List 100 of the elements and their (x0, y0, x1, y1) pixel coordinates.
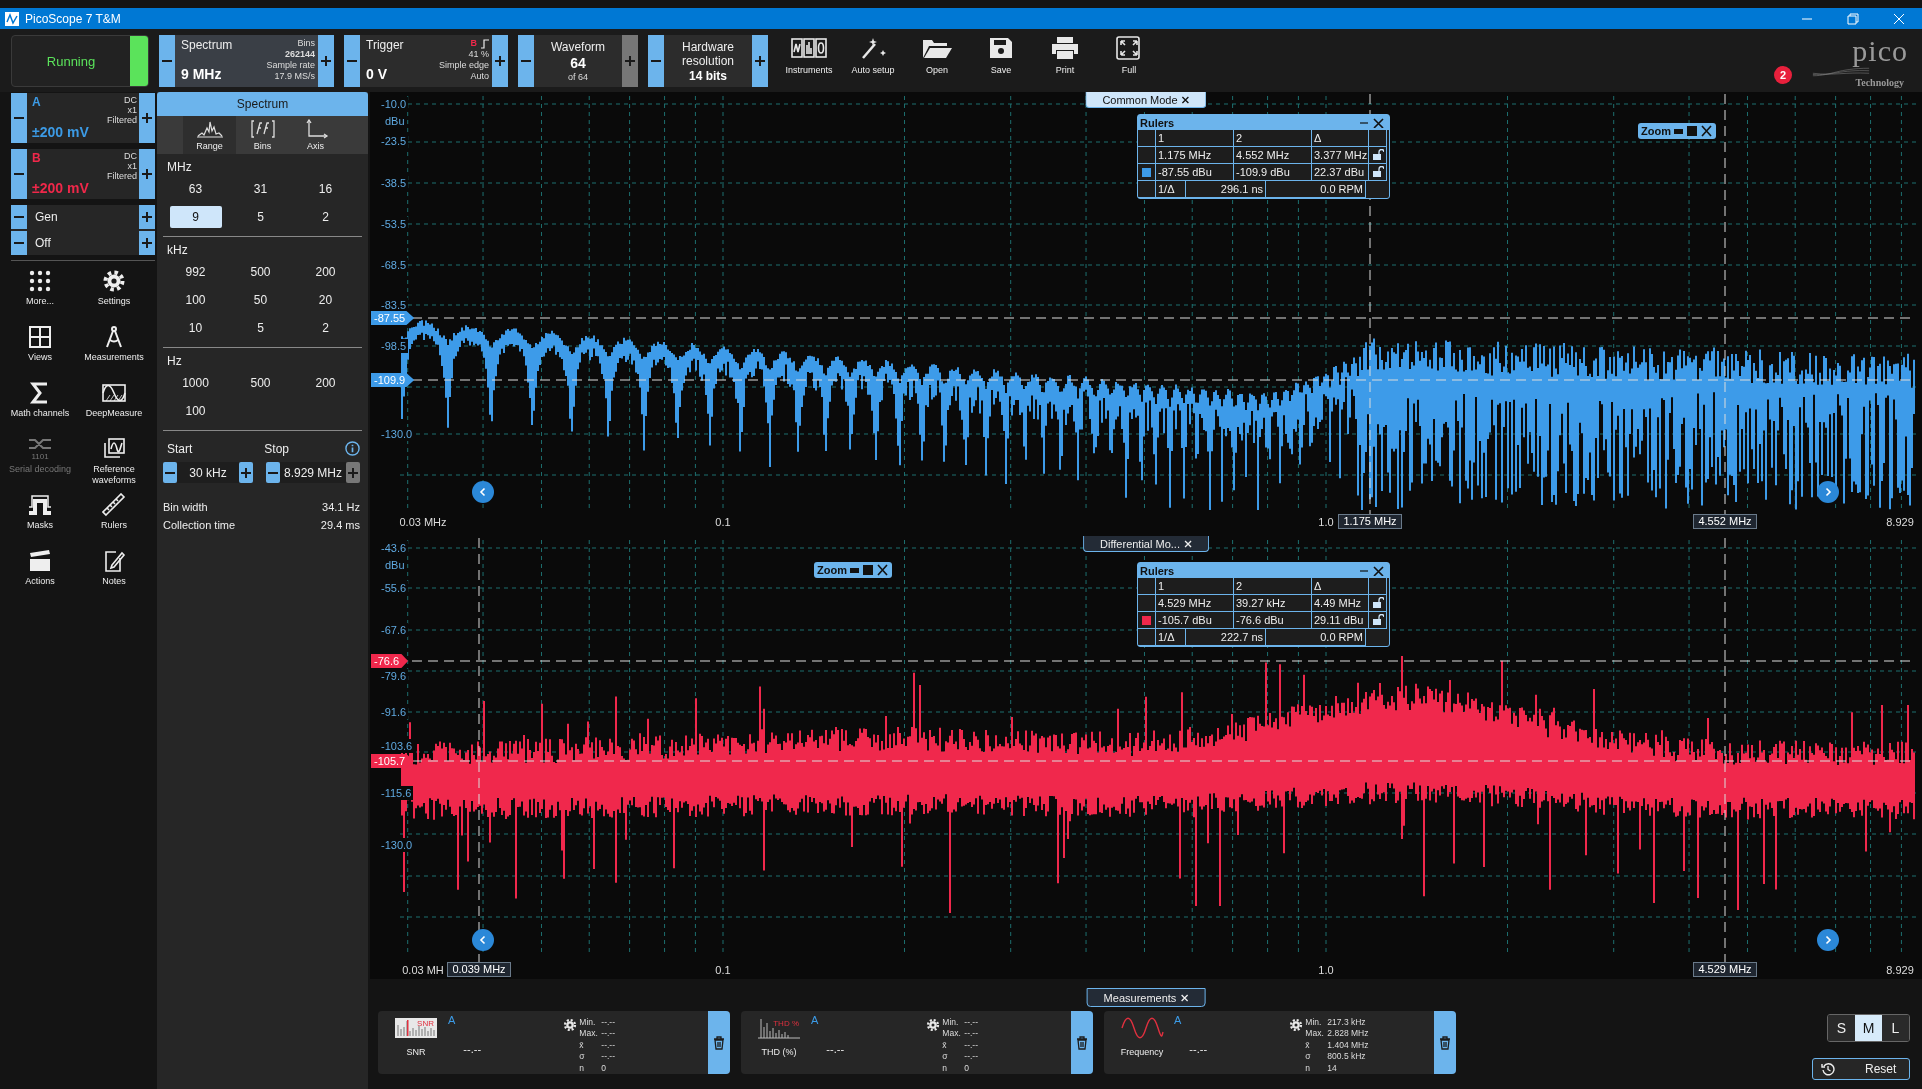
settings-icon[interactable] (926, 1018, 941, 1032)
minus-button[interactable] (11, 93, 27, 143)
plus-button[interactable] (139, 93, 155, 143)
range-option[interactable]: 2 (299, 317, 352, 339)
plus-button[interactable] (139, 205, 155, 229)
channel-control[interactable]: B DC x1 Filtered ±200 mV (27, 149, 139, 199)
ruler-line[interactable] (1724, 93, 1726, 515)
delete-button[interactable] (1434, 1011, 1456, 1074)
minus-button[interactable] (11, 231, 27, 255)
minus-button[interactable] (159, 35, 175, 87)
trigger-control[interactable]: Trigger 0 V B 41 % Simple edge Auto (360, 35, 492, 87)
panel-tab[interactable]: Axis (289, 116, 342, 154)
tool-button[interactable]: Rulers (77, 493, 151, 545)
resolution-control[interactable]: Hardware resolution 14 bits (664, 35, 752, 87)
minus-button[interactable] (11, 149, 27, 199)
tool-button[interactable]: Notes (77, 549, 151, 601)
zoom-overview[interactable]: Zoom (1638, 123, 1716, 139)
delete-button[interactable] (1071, 1011, 1093, 1074)
tool-button[interactable]: Masks (3, 493, 77, 545)
plus-button[interactable] (139, 149, 155, 199)
tool-button[interactable]: Reference waveforms (77, 437, 151, 489)
run-button[interactable]: Running (11, 35, 149, 87)
ruler-marker[interactable]: 1.175 MHz (1338, 514, 1402, 529)
settings-icon[interactable] (1289, 1018, 1304, 1032)
size-button[interactable]: L (1882, 1015, 1909, 1041)
range-option[interactable]: 2 (299, 206, 352, 228)
tool-button[interactable]: Views (3, 325, 77, 377)
panel-tab[interactable]: Measurements (1086, 988, 1206, 1007)
minus-button[interactable] (266, 462, 280, 483)
scroll-right-button[interactable] (1817, 481, 1839, 503)
toolbar-button[interactable]: Print (1035, 35, 1095, 87)
view-tab[interactable]: Differential Mo... (1083, 536, 1209, 552)
scroll-left-button[interactable] (472, 929, 494, 951)
range-option[interactable]: 200 (299, 372, 352, 394)
toolbar-button[interactable]: Auto setup (843, 35, 903, 87)
plus-button[interactable] (239, 462, 253, 483)
tool-button[interactable]: Math channels (3, 381, 77, 433)
plus-button[interactable] (139, 231, 155, 255)
zoom-overview[interactable]: Zoom (814, 562, 892, 578)
range-option[interactable]: 50 (234, 289, 287, 311)
panel-tab[interactable]: Bins (236, 116, 289, 154)
ruler-marker[interactable]: 4.552 MHz (1693, 514, 1757, 529)
spectrum-control[interactable]: Spectrum 9 MHz Bins 262144 Sample rate 17.9 MS/s (175, 35, 318, 87)
ruler-line[interactable] (478, 537, 480, 963)
tool-button[interactable]: Settings (77, 269, 151, 321)
generator-setting[interactable]: Gen (27, 205, 139, 229)
range-option[interactable]: 1000 (169, 372, 222, 394)
ruler-marker[interactable]: -76.6 (371, 654, 409, 668)
range-option[interactable]: 100 (169, 289, 222, 311)
range-option[interactable]: 500 (234, 372, 287, 394)
range-option[interactable]: 16 (299, 178, 352, 200)
toolbar-button[interactable]: Save (971, 35, 1031, 87)
range-option[interactable]: 20 (299, 289, 352, 311)
minus-button[interactable] (11, 205, 27, 229)
scroll-right-button[interactable] (1817, 929, 1839, 951)
range-option[interactable]: 63 (169, 178, 222, 200)
window-controls-icon[interactable] (1359, 565, 1385, 576)
info-icon[interactable] (345, 441, 360, 456)
range-option[interactable]: 992 (169, 261, 222, 283)
size-button[interactable]: S (1828, 1015, 1855, 1041)
ruler-line[interactable] (1724, 537, 1726, 963)
range-option[interactable]: 31 (234, 178, 287, 200)
toolbar-button[interactable]: Instruments (779, 35, 839, 87)
channel-control[interactable]: A DC x1 Filtered ±200 mV (27, 93, 139, 143)
notification-badge[interactable]: 2 (1774, 66, 1792, 84)
generator-setting[interactable]: Off (27, 231, 139, 255)
plus-button[interactable] (318, 35, 334, 87)
range-option[interactable]: 5 (234, 317, 287, 339)
tool-button[interactable]: DeepMeasure (77, 381, 151, 433)
window-controls-icon[interactable] (1359, 117, 1385, 128)
ruler-marker[interactable]: -105.7 (371, 754, 415, 768)
range-option[interactable]: 100 (169, 400, 222, 422)
ruler-marker[interactable]: 4.529 MHz (1693, 962, 1757, 977)
range-option[interactable]: 5 (234, 206, 287, 228)
minus-button[interactable] (648, 35, 664, 87)
ruler-marker[interactable]: 0.039 MHz (447, 962, 511, 977)
tool-button[interactable]: Measurements (77, 325, 151, 377)
waveform-control[interactable]: Waveform 64 of 64 (534, 35, 622, 87)
plus-button[interactable] (752, 35, 768, 87)
toolbar-button[interactable]: Full (1099, 35, 1159, 87)
tool-button[interactable]: More... (3, 269, 77, 321)
size-button[interactable]: M (1855, 1015, 1882, 1041)
panel-tab[interactable]: Range (183, 116, 236, 154)
start-field[interactable]: 30 kHz (177, 462, 239, 483)
range-option[interactable]: 500 (234, 261, 287, 283)
range-option[interactable]: 200 (299, 261, 352, 283)
stop-field[interactable]: 8.929 MHz (280, 462, 346, 483)
settings-icon[interactable] (563, 1018, 578, 1032)
minus-button[interactable] (518, 35, 534, 87)
toolbar-button[interactable]: Open (907, 35, 967, 87)
tool-button[interactable]: Actions (3, 549, 77, 601)
minus-button[interactable] (163, 462, 177, 483)
range-option[interactable]: 10 (169, 317, 222, 339)
window-controls-icon[interactable] (848, 564, 889, 576)
scroll-left-button[interactable] (472, 481, 494, 503)
window-controls-icon[interactable] (1672, 125, 1713, 137)
reset-button[interactable]: Reset (1812, 1058, 1910, 1080)
delete-button[interactable] (708, 1011, 730, 1074)
range-option[interactable]: 9 (169, 206, 222, 228)
plus-button[interactable] (492, 35, 508, 87)
